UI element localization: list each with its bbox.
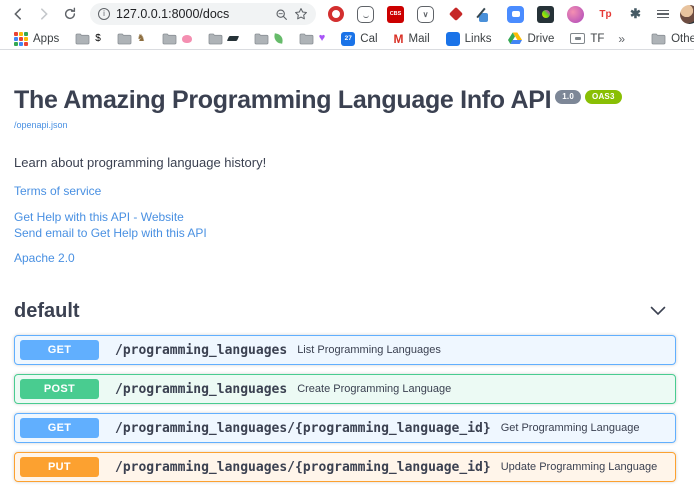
endpoint-summary: Create Programming Language — [297, 383, 451, 395]
gmail-icon: M — [394, 32, 404, 45]
back-icon[interactable] — [8, 4, 28, 24]
color-picker-extension-icon[interactable] — [477, 6, 494, 23]
reload-icon[interactable] — [60, 4, 80, 24]
bookmark-folder-grad-cap[interactable] — [202, 32, 244, 45]
endpoint-path: /programming_languages — [115, 343, 287, 358]
qr-flower-extension-icon[interactable] — [537, 6, 554, 23]
apps-grid-icon — [14, 32, 28, 46]
bookmark-label: Drive — [528, 33, 555, 45]
zoom-out-icon[interactable] — [275, 8, 288, 21]
endpoint-list: GET /programming_languages List Programm… — [14, 335, 676, 485]
chevron-down-icon[interactable] — [650, 303, 666, 321]
zoom-extension-icon[interactable] — [507, 6, 524, 23]
browser-toolbar: i 127.0.0.1:8000/docs CBS∨Tp✱ Update ⋮ — [0, 0, 694, 28]
bookmarks-overflow-chevron[interactable]: » — [614, 32, 629, 46]
help-email-link[interactable]: Send email to Get Help with this API — [14, 225, 676, 241]
method-badge: PUT — [20, 457, 99, 477]
site-info-icon[interactable]: i — [98, 8, 110, 20]
method-badge: GET — [20, 418, 99, 438]
pinwheel-extension-icon[interactable]: ✱ — [627, 6, 644, 23]
bookmark-tf[interactable]: TF — [564, 33, 610, 45]
bookmark-links[interactable]: Links — [440, 32, 498, 46]
drive-triangle-icon — [508, 32, 523, 45]
dollar-glyph-icon: $ — [95, 34, 101, 44]
grad-cap-glyph-icon — [227, 36, 239, 41]
bookmark-mail[interactable]: M Mail — [388, 32, 436, 45]
bookmark-star-icon[interactable] — [294, 7, 308, 21]
endpoint-summary: List Programming Languages — [297, 344, 441, 356]
cbs-extension-icon[interactable]: CBS — [387, 6, 404, 23]
bookmark-label: TF — [590, 33, 604, 45]
toppings-extension-icon[interactable]: Tp — [597, 6, 614, 23]
onetab-red-circle-extension-icon[interactable] — [328, 6, 344, 22]
bookmark-folder-purple-heart[interactable]: ♥ — [293, 32, 332, 45]
tag-section-default[interactable]: default — [14, 300, 676, 335]
diigo-extension-icon[interactable] — [447, 6, 464, 23]
bookmark-label: Apps — [33, 33, 59, 45]
bookmark-label: Cal — [360, 33, 377, 45]
endpoint-row[interactable]: GET /programming_languages List Programm… — [14, 335, 676, 365]
endpoint-row[interactable]: PUT /programming_languages/{programming_… — [14, 452, 676, 482]
api-description: Learn about programming language history… — [14, 155, 676, 170]
pink-flower-extension-icon[interactable] — [567, 6, 584, 23]
endpoint-path: /programming_languages/{programming_lang… — [115, 460, 491, 475]
bookmark-label: Links — [465, 33, 492, 45]
bookmark-drive[interactable]: Drive — [502, 32, 561, 45]
bookmark-cal[interactable]: 27 Cal — [335, 32, 383, 46]
bookmark-folder-horse[interactable]: ♞ — [111, 32, 152, 45]
page-title: The Amazing Programming Language Info AP… — [14, 86, 551, 114]
terms-of-service-link[interactable]: Terms of service — [14, 184, 676, 198]
address-bar[interactable]: i 127.0.0.1:8000/docs — [90, 3, 316, 25]
openapi-json-link[interactable]: /openapi.json — [14, 120, 68, 130]
method-badge: POST — [20, 379, 99, 399]
links-blue-icon — [446, 32, 460, 46]
folder-icon — [75, 32, 90, 45]
bookmark-apps[interactable]: Apps — [8, 32, 65, 46]
horse-glyph-icon: ♞ — [137, 34, 146, 44]
swagger-page: The Amazing Programming Language Info AP… — [0, 50, 694, 485]
profile-avatar[interactable] — [680, 5, 694, 24]
api-info: The Amazing Programming Language Info AP… — [14, 50, 676, 265]
bookmark-label: Mail — [409, 33, 430, 45]
folder-icon — [254, 32, 269, 45]
chat-bubble-extension-icon[interactable] — [357, 6, 374, 23]
endpoint-row[interactable]: GET /programming_languages/{programming_… — [14, 413, 676, 443]
version-badge: 1.0 — [555, 90, 581, 104]
url-text[interactable]: 127.0.0.1:8000/docs — [116, 7, 269, 21]
folder-icon — [208, 32, 223, 45]
other-bookmarks[interactable]: Other Bookmarks — [645, 32, 694, 45]
endpoint-row[interactable]: POST /programming_languages Create Progr… — [14, 374, 676, 404]
bookmark-label: Other Bookmarks — [671, 33, 694, 45]
folder-icon — [162, 32, 177, 45]
section-title: default — [14, 300, 80, 323]
method-badge: GET — [20, 340, 99, 360]
extensions-row: CBS ∨ Tp ✱ — [328, 6, 674, 23]
endpoint-path: /programming_languages/{programming_lang… — [115, 421, 491, 436]
endpoint-summary: Get Programming Language — [501, 422, 640, 434]
purple-heart-glyph-icon: ♥ — [319, 33, 326, 44]
calendar-27-icon: 27 — [341, 32, 355, 46]
pocket-extension-icon[interactable]: ∨ — [417, 6, 434, 23]
license-link[interactable]: Apache 2.0 — [14, 251, 676, 265]
leaf-glyph-icon — [273, 33, 283, 43]
forward-icon[interactable] — [34, 4, 54, 24]
folder-icon — [651, 32, 666, 45]
endpoint-summary: Update Programming Language — [501, 461, 658, 473]
folder-icon — [117, 32, 132, 45]
endpoint-path: /programming_languages — [115, 382, 287, 397]
tf-widget-icon — [570, 33, 585, 44]
playlist-extension-icon[interactable] — [657, 6, 674, 23]
bookmark-folder-brain[interactable] — [156, 32, 198, 45]
oas3-badge: OAS3 — [585, 90, 622, 104]
bookmarks-bar: Apps $ ♞ ♥ 27 Cal M Mail Links Drive TF » Other Book… — [0, 28, 694, 50]
bookmark-folder-dollar[interactable]: $ — [69, 32, 107, 45]
bookmark-folder-leaf[interactable] — [248, 32, 289, 45]
help-website-link[interactable]: Get Help with this API - Website — [14, 209, 676, 225]
brain-glyph-icon — [182, 35, 192, 43]
folder-icon — [299, 32, 314, 45]
